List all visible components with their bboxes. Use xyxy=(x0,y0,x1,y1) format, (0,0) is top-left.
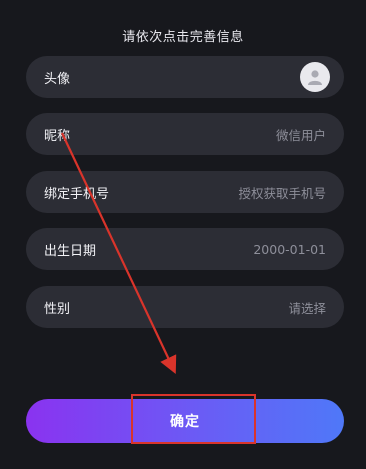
annotation-arrow xyxy=(61,132,177,374)
